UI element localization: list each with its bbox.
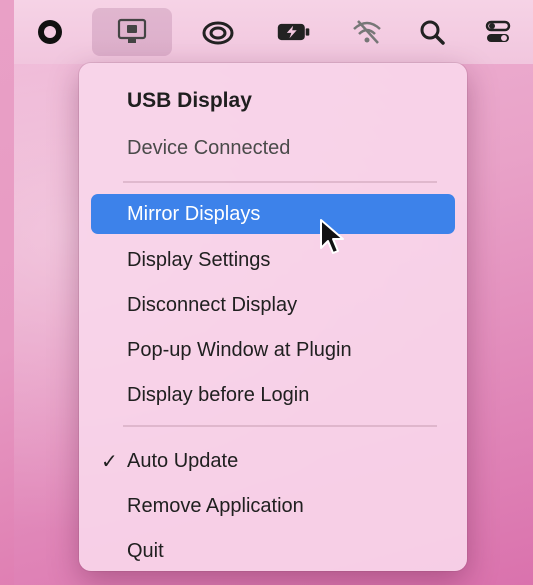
menu-bar xyxy=(14,0,533,64)
menu-title: USB Display xyxy=(127,89,252,112)
menu-item-display-before-login[interactable]: Display before Login xyxy=(91,375,455,415)
menu-item-label: Display Settings xyxy=(127,248,271,271)
wifi-off-icon[interactable] xyxy=(349,14,385,50)
menu-item-label: Auto Update xyxy=(127,449,239,472)
battery-icon[interactable] xyxy=(276,14,312,50)
menu-item-auto-update[interactable]: ✓ Auto Update xyxy=(91,441,455,481)
usb-display-icon[interactable] xyxy=(92,8,172,56)
menu-item-label: Pop-up Window at Plugin xyxy=(127,338,352,361)
usb-display-menu: USB Display Device Connected Mirror Disp… xyxy=(79,63,467,571)
menu-item-label: Quit xyxy=(127,539,164,562)
control-center-icon[interactable] xyxy=(480,14,516,50)
menu-item-remove-application[interactable]: Remove Application xyxy=(91,486,455,526)
checkmark-icon: ✓ xyxy=(101,451,118,473)
desktop-background: USB Display Device Connected Mirror Disp… xyxy=(14,0,533,585)
menu-separator xyxy=(123,425,437,427)
menu-item-label: Remove Application xyxy=(127,494,304,517)
menu-item-label: Mirror Displays xyxy=(127,202,261,225)
creative-cloud-icon[interactable] xyxy=(200,14,236,50)
device-status: Device Connected xyxy=(127,137,291,159)
menu-item-mirror-displays[interactable]: Mirror Displays xyxy=(91,194,455,234)
menu-item-quit[interactable]: Quit xyxy=(91,531,455,571)
menu-separator xyxy=(123,181,437,183)
mouse-pointer-icon xyxy=(318,218,346,263)
menu-item-disconnect-display[interactable]: Disconnect Display xyxy=(91,285,455,325)
menu-item-popup-window[interactable]: Pop-up Window at Plugin xyxy=(91,330,455,370)
menu-item-display-settings[interactable]: Display Settings xyxy=(91,240,455,280)
menu-item-label: Disconnect Display xyxy=(127,293,298,316)
menu-item-label: Display before Login xyxy=(127,383,310,406)
record-icon[interactable] xyxy=(32,14,68,50)
search-icon[interactable] xyxy=(414,14,450,50)
